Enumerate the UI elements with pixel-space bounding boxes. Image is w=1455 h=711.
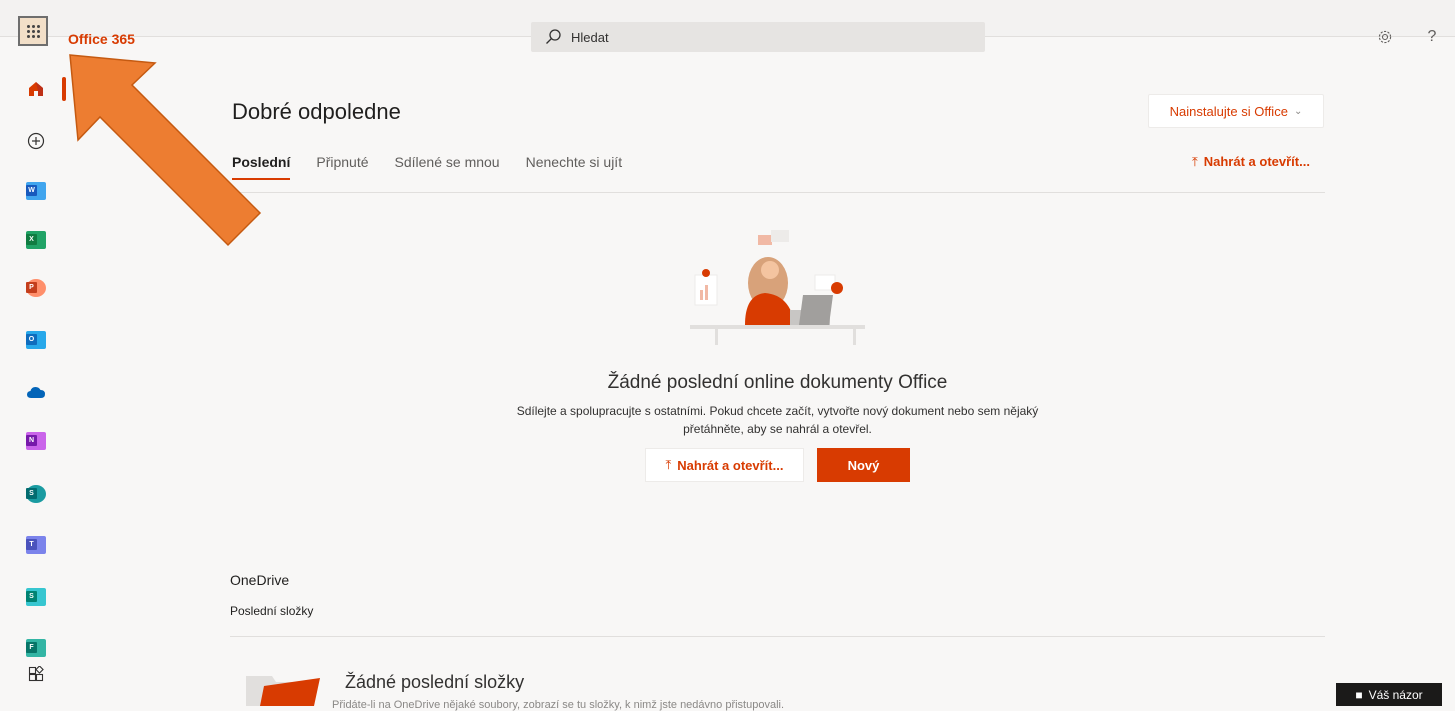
- sidebar-item-sharepoint[interactable]: S: [25, 483, 47, 505]
- recent-folders-heading: Poslední složky: [230, 604, 314, 618]
- sway-icon: S: [26, 588, 46, 606]
- sidebar-item-word[interactable]: W: [25, 180, 47, 202]
- new-document-button[interactable]: Nový: [817, 448, 910, 482]
- folder-illustration: [246, 676, 320, 706]
- empty-state-description: Sdílejte a spolupracujte s ostatními. Po…: [516, 404, 1039, 436]
- upload-open-link[interactable]: ⤒ Nahrát a otevřít...: [1192, 154, 1310, 170]
- empty-state-title: Žádné poslední online dokumenty Office: [607, 372, 948, 393]
- sidebar-item-sway[interactable]: S: [25, 586, 47, 608]
- sidebar-item-create[interactable]: [25, 130, 47, 152]
- word-icon: W: [26, 182, 46, 200]
- tab-shared[interactable]: Sdílené se mnou: [395, 154, 500, 180]
- install-office-label: Nainstalujte si Office: [1169, 103, 1288, 119]
- onenote-icon: N: [26, 432, 46, 450]
- sidebar-item-onenote[interactable]: N: [25, 430, 47, 452]
- tab-pinned[interactable]: Připnuté: [316, 154, 368, 180]
- settings-gear-icon[interactable]: [1375, 27, 1395, 47]
- sidebar-item-all-apps[interactable]: [25, 663, 47, 685]
- upload-icon: ⤒: [1192, 154, 1198, 169]
- upload-open-button[interactable]: ⤒ Nahrát a otevřít...: [645, 448, 804, 482]
- install-office-button[interactable]: Nainstalujte si Office ⌄: [1148, 94, 1324, 128]
- active-indicator: [62, 77, 66, 101]
- app-launcher-button[interactable]: [18, 16, 48, 46]
- sidebar-item-teams[interactable]: T: [25, 534, 47, 556]
- sidebar-item-outlook[interactable]: O: [25, 329, 47, 351]
- feedback-button[interactable]: ■ Váš názor: [1336, 683, 1442, 706]
- chevron-down-icon: ⌄: [1293, 105, 1303, 117]
- sidebar-item-home[interactable]: [25, 78, 47, 100]
- onedrive-heading: OneDrive: [230, 572, 290, 588]
- sidebar-item-excel[interactable]: X: [25, 229, 47, 251]
- tab-recent[interactable]: Poslední: [232, 154, 291, 180]
- sidebar-item-onedrive[interactable]: [25, 381, 47, 403]
- waffle-icon: [26, 24, 40, 38]
- powerpoint-icon: P: [26, 279, 46, 297]
- outlook-icon: O: [26, 331, 46, 349]
- feedback-label: Váš názor: [1368, 687, 1423, 702]
- help-icon[interactable]: ?: [1422, 27, 1442, 47]
- forms-icon: F: [26, 639, 46, 657]
- empty-state-illustration: [690, 230, 865, 345]
- no-folders-title: Žádné poslední složky: [345, 672, 525, 692]
- home-icon: [29, 82, 43, 96]
- all-apps-icon: [28, 666, 44, 682]
- page-title: Dobré odpoledne: [232, 99, 401, 124]
- sidebar-item-powerpoint[interactable]: P: [25, 277, 47, 299]
- main-content: Dobré odpoledne Nainstalujte si Office ⌄…: [230, 0, 1325, 711]
- office-brand-link[interactable]: Office 365: [68, 31, 135, 47]
- document-tabs: Poslední Připnuté Sdílené se mnou Nenech…: [232, 154, 622, 180]
- divider: [230, 192, 1325, 193]
- chat-icon: ■: [1355, 687, 1363, 702]
- onedrive-icon: [27, 387, 45, 398]
- teams-icon: T: [26, 536, 46, 554]
- sidebar-item-forms[interactable]: F: [25, 637, 47, 659]
- upload-open-label: Nahrát a otevřít...: [1203, 154, 1310, 169]
- sharepoint-icon: S: [26, 485, 46, 503]
- no-folders-description: Přidáte-li na OneDrive nějaké soubory, z…: [332, 699, 785, 711]
- upload-icon: ⤒: [665, 457, 672, 472]
- tab-discover[interactable]: Nenechte si ujít: [526, 154, 623, 180]
- excel-icon: X: [26, 231, 46, 249]
- upload-open-button-label: Nahrát a otevřít...: [677, 457, 784, 473]
- divider: [230, 636, 1325, 637]
- create-icon: [27, 132, 45, 150]
